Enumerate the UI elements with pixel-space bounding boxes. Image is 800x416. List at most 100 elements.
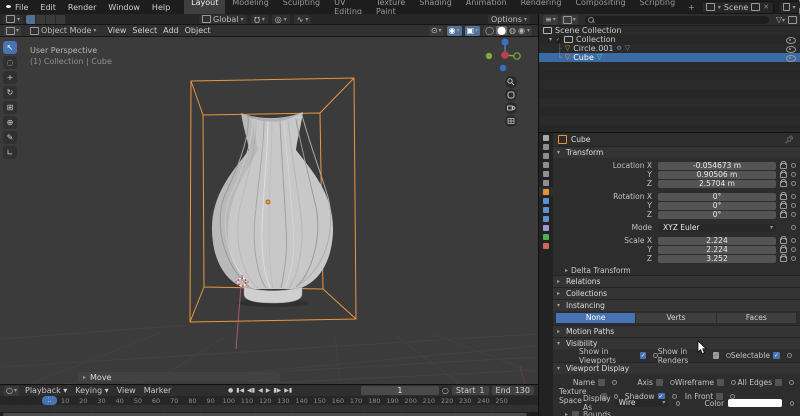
- show-overlays-toggle[interactable]: ◉▾: [447, 26, 462, 36]
- properties-tab[interactable]: [539, 133, 553, 142]
- animate-dot[interactable]: [791, 181, 796, 186]
- value-field[interactable]: 2.5704 m: [658, 180, 776, 188]
- panel-header-relations[interactable]: ▸Relations: [553, 275, 800, 287]
- properties-tab[interactable]: [539, 151, 553, 160]
- lock-icon[interactable]: [780, 181, 787, 187]
- timeline-track[interactable]: [0, 405, 540, 412]
- properties-tab[interactable]: [539, 241, 553, 250]
- vase-object[interactable]: [212, 112, 333, 303]
- new-collection-button[interactable]: [788, 16, 797, 24]
- properties-tab[interactable]: [539, 187, 553, 196]
- value-field[interactable]: XYZ Euler: [658, 224, 776, 232]
- outliner-display-mode-button[interactable]: ≡▾: [543, 15, 558, 25]
- transport-button[interactable]: ▮◀: [236, 387, 244, 394]
- value-field[interactable]: 0.90506 m: [658, 171, 776, 179]
- color-swatch[interactable]: [728, 399, 782, 407]
- animate-dot[interactable]: [791, 172, 796, 177]
- tool-button[interactable]: ↖: [3, 41, 17, 54]
- orientation-dropdown[interactable]: Global▾: [199, 15, 247, 24]
- timeline-ruler[interactable]: 1020304050607080901001101201301401501601…: [0, 396, 540, 405]
- timeline-menu-item[interactable]: View: [117, 386, 136, 395]
- editor-type-button[interactable]: ▾: [4, 26, 21, 36]
- instancing-option-button[interactable]: Faces: [717, 313, 797, 323]
- animate-dot[interactable]: [791, 212, 796, 217]
- viewport-menu-item[interactable]: Add: [161, 26, 181, 35]
- use-preview-range-icon[interactable]: ○: [442, 386, 449, 395]
- animate-dot[interactable]: [789, 380, 794, 385]
- value-field[interactable]: -0.054673 m: [658, 162, 776, 170]
- material-shading-button[interactable]: ◍: [509, 26, 516, 35]
- menu-item[interactable]: Render: [62, 3, 102, 12]
- tool-button[interactable]: ↻: [3, 86, 17, 99]
- lock-icon[interactable]: [780, 256, 787, 262]
- transport-button[interactable]: ◀▮: [247, 387, 255, 394]
- panel-header-collections[interactable]: ▸Collections: [553, 287, 800, 299]
- properties-tab[interactable]: [539, 205, 553, 214]
- transport-button[interactable]: ◀: [258, 387, 263, 394]
- properties-tab[interactable]: [539, 169, 553, 178]
- solid-shading-button[interactable]: ⬤: [496, 26, 507, 35]
- snap-toggle[interactable]: Ω▾: [251, 15, 268, 24]
- transport-button[interactable]: ▮▶: [273, 387, 281, 394]
- new-scene-icon[interactable]: [751, 3, 760, 11]
- bounds-row[interactable]: ▸ Bounds: [553, 409, 800, 416]
- bounds-checkbox[interactable]: [572, 411, 579, 416]
- animate-dot[interactable]: [791, 203, 796, 208]
- timeline-editor-type-button[interactable]: ○▾: [4, 386, 19, 396]
- viewport-menu-item[interactable]: View: [105, 26, 128, 35]
- properties-tab[interactable]: [539, 142, 553, 151]
- outliner-scene-dropdown[interactable]: ▾: [561, 15, 578, 25]
- view-layer-selector[interactable]: ▾ View Layer: [778, 1, 800, 14]
- animate-dot[interactable]: [791, 256, 796, 261]
- checkbox[interactable]: [775, 379, 782, 386]
- checkbox[interactable]: [640, 352, 646, 359]
- lock-icon[interactable]: [780, 203, 787, 209]
- hide-in-viewport-toggle[interactable]: [786, 46, 796, 53]
- proportional-edit-toggle[interactable]: ◎▾: [272, 15, 290, 24]
- outliner-row-collection[interactable]: ▾ ✓ Collection: [539, 35, 800, 44]
- instancing-option-button[interactable]: None: [556, 313, 636, 323]
- animate-dot[interactable]: [787, 353, 792, 358]
- viewport-3d[interactable]: User Perspective (1) Collection | Cube ↖…: [0, 37, 538, 384]
- outliner-row-cube[interactable]: └ ▽ Cube ▽: [539, 53, 800, 62]
- menu-item[interactable]: Help: [146, 3, 176, 12]
- viewport-canvas[interactable]: [0, 37, 538, 384]
- timeline-menu-item[interactable]: Marker: [144, 386, 172, 395]
- value-field[interactable]: 2.224: [658, 246, 776, 254]
- tool-button[interactable]: ✎: [3, 131, 17, 144]
- instancing-option-button[interactable]: Verts: [636, 313, 716, 323]
- operator-panel[interactable]: ▸ Move: [78, 372, 280, 382]
- properties-tab[interactable]: [539, 223, 553, 232]
- checkbox[interactable]: [598, 379, 605, 386]
- properties-tab[interactable]: [539, 160, 553, 169]
- checkbox[interactable]: [656, 379, 663, 386]
- xray-toggle[interactable]: ▣▾: [465, 26, 481, 36]
- rendered-shading-button[interactable]: ◉: [518, 26, 525, 35]
- current-frame-field[interactable]: 1: [361, 386, 439, 395]
- mode-dropdown[interactable]: Object Mode▾: [27, 26, 99, 35]
- select-mode-new[interactable]: [26, 15, 36, 24]
- viewport-menu-item[interactable]: Object: [183, 26, 213, 35]
- properties-tab[interactable]: [539, 232, 553, 241]
- timeline-scrollbar[interactable]: [0, 412, 540, 416]
- display-as-dropdown[interactable]: Wire: [615, 399, 669, 407]
- animate-dot[interactable]: [791, 194, 796, 199]
- navigation-gizmo[interactable]: [486, 38, 520, 71]
- tool-button[interactable]: ∟: [3, 146, 17, 159]
- transport-button[interactable]: ▶: [266, 387, 271, 394]
- value-field[interactable]: 2.224: [658, 237, 776, 245]
- menu-item[interactable]: File: [9, 3, 34, 12]
- animate-dot[interactable]: [791, 225, 796, 230]
- lock-icon[interactable]: [780, 194, 787, 200]
- panel-header-instancing[interactable]: ▾Instancing: [553, 299, 800, 311]
- properties-tab[interactable]: [539, 214, 553, 223]
- timeline-menu-item[interactable]: Playback ▾: [25, 386, 67, 395]
- panel-header-motion-paths[interactable]: ▸Motion Paths: [553, 325, 800, 337]
- outliner-row-circle[interactable]: ├ ▽ Circle.001 ⚙ ▽: [539, 44, 800, 53]
- subpanel-delta-transform[interactable]: ▸Delta Transform: [553, 265, 800, 275]
- options-button[interactable]: Options▾: [488, 15, 530, 24]
- tool-button[interactable]: ⊞: [3, 101, 17, 114]
- properties-tab[interactable]: [539, 178, 553, 187]
- properties-tab[interactable]: [539, 196, 553, 205]
- lock-icon[interactable]: [780, 172, 787, 178]
